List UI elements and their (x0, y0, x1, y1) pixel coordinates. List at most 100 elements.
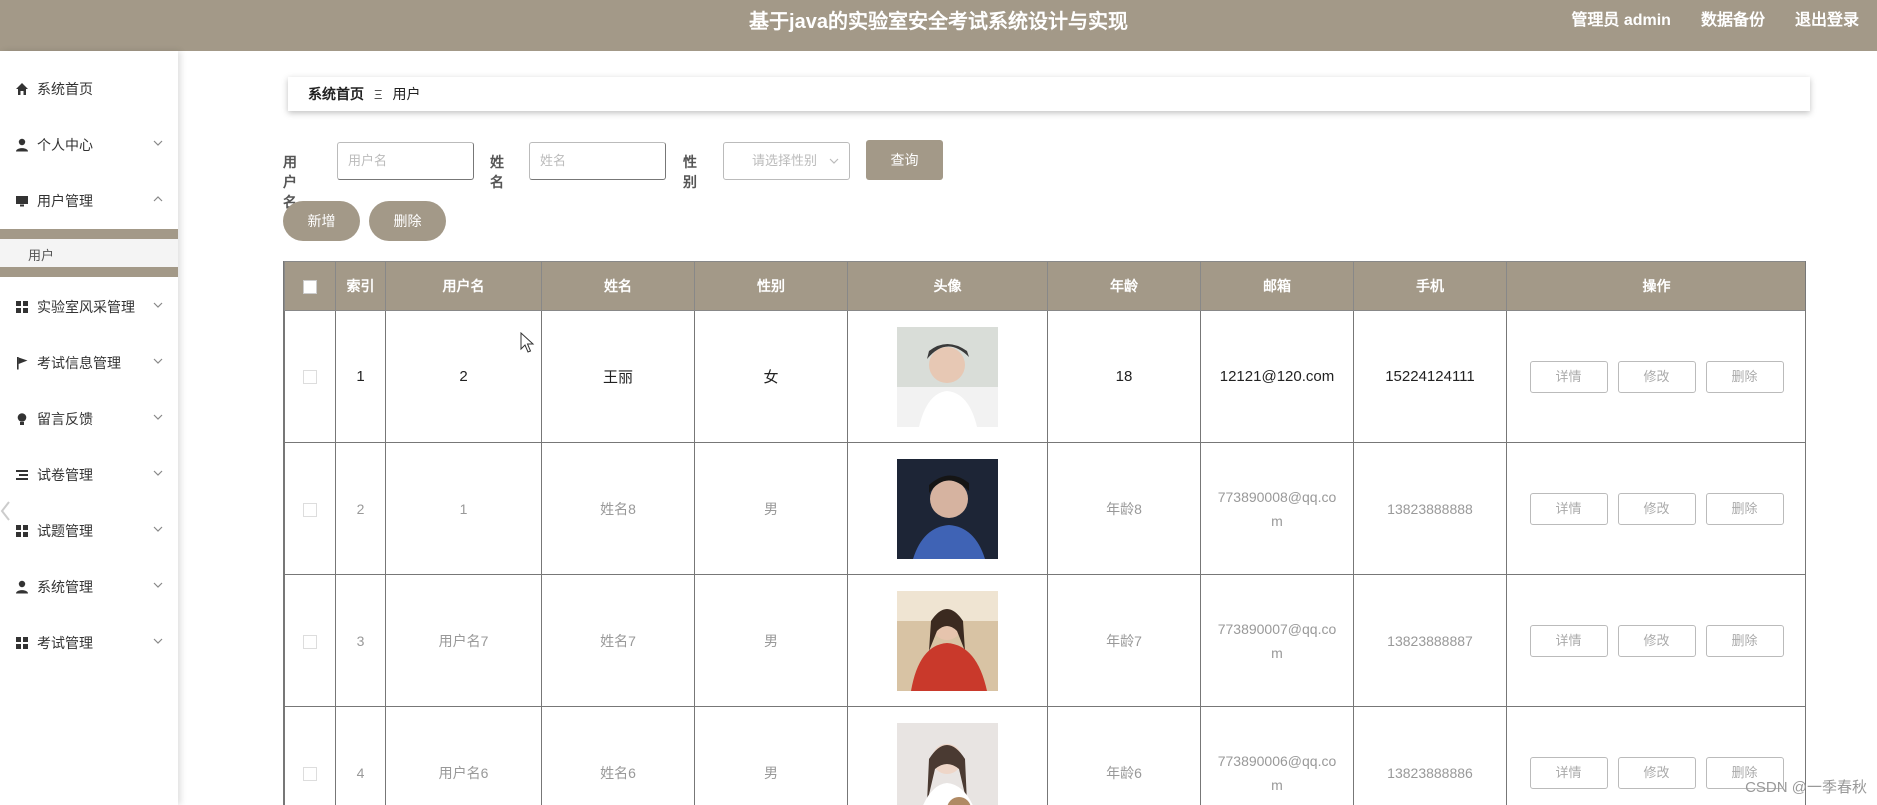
chevron-down-icon (153, 470, 163, 476)
edit-button[interactable]: 修改 (1617, 492, 1696, 525)
logout-link[interactable]: 退出登录 (1795, 0, 1859, 42)
column-header: 索引 (335, 261, 386, 311)
collapse-sidebar-icon[interactable] (0, 499, 12, 523)
flag-icon (15, 356, 29, 370)
gender-select[interactable]: 请选择性别 (723, 142, 850, 180)
sidebar-item-label: 考试管理 (37, 635, 93, 651)
chevron-down-icon (153, 358, 163, 364)
top-links: 管理员 admin 数据备份 退出登录 (1571, 0, 1859, 42)
row-delete-button[interactable]: 删除 (1705, 492, 1784, 525)
breadcrumb-home[interactable]: 系统首页 (308, 84, 364, 104)
sidebar-item-exam-management[interactable]: 考试管理 (0, 623, 178, 663)
sidebar-subitem-user[interactable]: 用户 (0, 239, 178, 267)
chevron-down-icon (153, 414, 163, 420)
cell-gender: 女 (694, 310, 848, 443)
cell-username: 用户名7 (385, 574, 542, 707)
sidebar-item-personal[interactable]: 个人中心 (0, 125, 178, 165)
sidebar-item-user-management[interactable]: 用户管理 (0, 181, 178, 221)
column-header: 手机 (1353, 261, 1507, 311)
chevron-down-icon (153, 582, 163, 588)
cell-age: 年龄8 (1047, 442, 1201, 575)
breadcrumb: 系统首页 Ξ 用户 (288, 77, 1810, 111)
gender-select-placeholder: 请选择性别 (752, 153, 818, 168)
cell-username: 用户名6 (385, 706, 542, 805)
cell-gender: 男 (694, 442, 848, 575)
row-actions: 详情 修改 删除 (1507, 492, 1805, 525)
sidebar-item-label: 个人中心 (37, 137, 93, 153)
sidebar-subitem-label: 用户 (28, 248, 55, 263)
chevron-down-icon (153, 526, 163, 532)
cell-phone: 13823888887 (1353, 574, 1507, 707)
cell-phone: 13823888886 (1353, 706, 1507, 805)
monitor-icon (15, 194, 29, 208)
sidebar-item-feedback[interactable]: 留言反馈 (0, 399, 178, 439)
row-checkbox[interactable] (303, 766, 317, 781)
name-input[interactable]: 姓名 (529, 142, 666, 180)
cell-age: 年龄6 (1047, 706, 1201, 805)
avatar (897, 590, 998, 691)
list-icon (15, 468, 29, 482)
breadcrumb-current: 用户 (392, 86, 421, 102)
breadcrumb-separator: Ξ (374, 86, 383, 102)
column-header: 年龄 (1047, 261, 1201, 311)
admin-user-link[interactable]: 管理员 admin (1571, 0, 1671, 42)
sidebar-item-label: 实验室风采管理 (37, 299, 135, 315)
cell-phone: 15224124111 (1353, 310, 1507, 443)
sidebar-item-paper-management[interactable]: 试卷管理 (0, 455, 178, 495)
table-row: 2 1 姓名8 男 年龄8 773890008@qq.com 138238888… (284, 442, 1805, 575)
cell-name: 姓名6 (541, 706, 695, 805)
edit-button[interactable]: 修改 (1617, 756, 1696, 789)
cell-age: 18 (1047, 310, 1201, 443)
sidebar-item-label: 试卷管理 (37, 467, 93, 483)
sidebar-item-home[interactable]: 系统首页 (0, 69, 178, 109)
cell-name: 王丽 (541, 310, 695, 443)
detail-button[interactable]: 详情 (1529, 360, 1608, 393)
row-delete-button[interactable]: 删除 (1705, 624, 1784, 657)
cell-phone: 13823888888 (1353, 442, 1507, 575)
cell-email: 773890008@qq.com (1200, 442, 1354, 575)
submenu-divider (0, 229, 178, 239)
avatar (897, 458, 998, 559)
detail-button[interactable]: 详情 (1529, 624, 1608, 657)
query-button[interactable]: 查询 (866, 140, 943, 180)
sidebar-item-exam-info[interactable]: 考试信息管理 (0, 343, 178, 383)
sidebar-item-lab-showcase[interactable]: 实验室风采管理 (0, 287, 178, 327)
grid-icon (15, 300, 29, 314)
username-input[interactable]: 用户名 (337, 142, 474, 180)
cell-name: 姓名7 (541, 574, 695, 707)
cell-index: 3 (335, 574, 386, 707)
row-delete-button[interactable]: 删除 (1705, 360, 1784, 393)
detail-button[interactable]: 详情 (1529, 492, 1608, 525)
chevron-down-icon (153, 140, 163, 146)
edit-button[interactable]: 修改 (1617, 624, 1696, 657)
sidebar-item-label: 留言反馈 (37, 411, 93, 427)
edit-button[interactable]: 修改 (1617, 360, 1696, 393)
chevron-down-icon (153, 302, 163, 308)
add-button[interactable]: 新增 (283, 201, 360, 241)
delete-button[interactable]: 删除 (369, 201, 446, 241)
sidebar-item-system-management[interactable]: 系统管理 (0, 567, 178, 607)
cell-index: 2 (335, 442, 386, 575)
column-header: 姓名 (541, 261, 695, 311)
user-table: 索引 用户名 姓名 性别 头像 年龄 邮箱 手机 操作 1 2 王丽 女 18 … (283, 261, 1806, 805)
sidebar-item-label: 系统管理 (37, 579, 93, 595)
select-all-checkbox[interactable] (303, 280, 317, 295)
row-checkbox[interactable] (303, 502, 317, 517)
row-checkbox[interactable] (303, 634, 317, 649)
chevron-down-icon (153, 638, 163, 644)
data-backup-link[interactable]: 数据备份 (1701, 0, 1765, 42)
row-checkbox[interactable] (303, 370, 317, 385)
column-header: 性别 (694, 261, 848, 311)
detail-button[interactable]: 详情 (1529, 756, 1608, 789)
table-row: 1 2 王丽 女 18 12121@120.com 15224124111 详情… (284, 310, 1805, 443)
table-header: 索引 用户名 姓名 性别 头像 年龄 邮箱 手机 操作 (284, 261, 1805, 311)
sidebar-item-question-management[interactable]: 试题管理 (0, 511, 178, 551)
user-icon (15, 580, 29, 594)
cell-email: 12121@120.com (1200, 310, 1354, 443)
column-header: 邮箱 (1200, 261, 1354, 311)
cell-name: 姓名8 (541, 442, 695, 575)
cell-gender: 男 (694, 574, 848, 707)
row-actions: 详情 修改 删除 (1507, 624, 1805, 657)
row-actions: 详情 修改 删除 (1507, 360, 1805, 393)
column-header: 用户名 (385, 261, 542, 311)
